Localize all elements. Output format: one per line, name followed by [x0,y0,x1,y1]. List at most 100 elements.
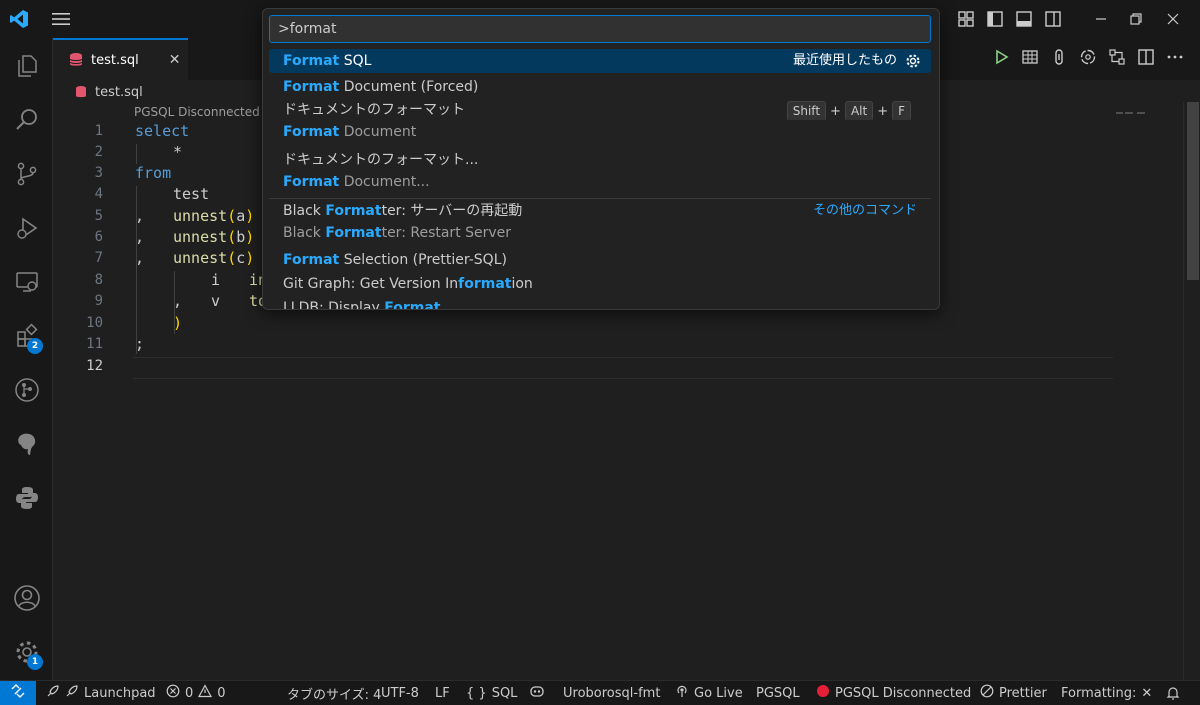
code-token: * [173,143,183,161]
more-actions-icon[interactable] [1166,48,1184,70]
editor-scrollbar[interactable] [1183,102,1200,680]
notifications-bell-icon[interactable] [1166,681,1180,705]
key-shift: Shift [786,101,827,121]
tab-label: test.sql [91,52,139,68]
codelens-connection-status[interactable]: PGSQL Disconnected [134,105,260,119]
error-count: 0 [185,685,194,701]
broadcast-icon [675,684,689,702]
pgsql-status-label: PGSQL Disconnected [835,685,972,701]
keybinding: Shift + Alt + F [786,101,911,121]
toggle-panel-icon[interactable] [1011,6,1037,32]
code-bracket: ( [227,228,237,246]
item-label: SQL [339,53,372,69]
item-highlight: Format [325,225,382,241]
copilot-item[interactable] [529,681,545,705]
key-f: F [892,101,911,121]
go-live-item[interactable]: Go Live [675,681,743,705]
run-debug-icon[interactable] [0,206,53,250]
remote-indicator[interactable] [0,681,36,705]
code-bracket: ( [227,207,237,225]
sync-icon[interactable] [1079,48,1097,70]
palette-item-format-selection[interactable]: Format Selection (Prettier-SQL) [269,248,931,272]
restore-icon[interactable] [1123,6,1149,32]
item-highlight: Format [283,174,340,190]
code-line: , unnest(a) [135,207,254,225]
palette-item-format-sql[interactable]: Format SQL 最近使用したもの [269,49,931,73]
customize-layout-icon[interactable] [953,6,979,32]
accounts-icon[interactable] [0,576,53,620]
source-control-icon[interactable] [0,152,53,196]
line-number: 10 [86,315,103,331]
item-detail-prefix: Black [283,225,326,241]
postgresql-elephant-icon[interactable] [0,422,53,466]
run-query-icon[interactable] [992,48,1010,70]
palette-item-format-document-ellipsis[interactable]: ドキュメントのフォーマット... Format Document... [269,149,931,195]
code-token: , [173,292,183,310]
palette-item-git-graph-version[interactable]: Git Graph: Get Version Information [269,272,931,296]
current-line-highlight [133,357,1113,379]
palette-item-format-document[interactable]: ドキュメントのフォーマット Format Document Shift + Al… [269,99,931,145]
close-window-icon[interactable] [1160,6,1186,32]
minimap[interactable] [1115,105,1151,114]
code-bracket: ) [245,207,255,225]
code-bracket: ) [245,228,255,246]
item-highlight: Format [283,79,340,95]
launchpad-icon [65,684,79,702]
table-view-icon[interactable] [1021,48,1039,70]
code-function: unnest [173,249,228,267]
code-token: test [173,185,210,203]
code-bracket: ) [245,249,255,267]
eol-item[interactable]: LF [435,681,450,705]
compare-icon[interactable] [1108,48,1126,70]
tab-close-icon[interactable]: ✕ [169,52,181,68]
tab-test-sql[interactable]: test.sql ✕ [53,38,188,80]
language-mode-item[interactable]: { } SQL [466,681,517,705]
formatting-item[interactable]: Formatting: ✕ [1061,681,1152,705]
minimize-icon[interactable] [1088,6,1114,32]
pgsql-connection-item[interactable]: PGSQL Disconnected [816,681,971,705]
code-token: , [135,207,145,225]
remote-explorer-icon[interactable] [0,260,53,304]
python-icon[interactable] [0,476,53,520]
key-alt: Alt [844,101,874,121]
split-editor-icon[interactable] [1137,48,1155,70]
connection-icon[interactable] [1050,48,1068,70]
item-detail: Document... [339,174,430,190]
launchpad-item[interactable]: Launchpad [46,681,156,705]
toggle-primary-sidebar-icon[interactable] [982,6,1008,32]
palette-item-black-formatter-restart[interactable]: Black Formatter: サーバーの再起動 Black Formatte… [269,200,931,246]
extensions-icon[interactable]: 2 [0,314,53,358]
explorer-icon[interactable] [0,44,53,88]
braces-icon: { } [466,685,487,701]
command-palette-input[interactable]: >format [269,15,931,43]
editor-actions [992,48,1184,70]
item-highlight: format [458,276,512,292]
search-icon[interactable] [0,98,53,142]
manage-gear-icon[interactable]: 1 [0,630,53,674]
item-label: Document (Forced) [339,79,479,95]
disconnected-status-icon [816,684,830,702]
indent-guide [136,144,137,164]
item-prefix: LLDB: Display [283,300,385,310]
git-graph-icon[interactable] [0,368,53,412]
menu-icon[interactable] [48,6,74,32]
line-number-current: 12 [86,358,103,374]
palette-separator [269,198,931,199]
formatter-item[interactable]: Uroborosql-fmt [563,681,660,705]
copilot-icon [529,684,545,702]
pgsql-item[interactable]: PGSQL [756,681,800,705]
problems-item[interactable]: 0 0 [166,681,226,705]
breadcrumb-file[interactable]: test.sql [95,85,143,100]
database-file-icon [69,52,83,68]
palette-item-lldb-display-format[interactable]: LLDB: Display Format [269,296,931,310]
code-token: , [135,228,145,246]
scrollbar-thumb[interactable] [1187,102,1199,280]
tab-size-item[interactable]: タブのサイズ: 4 [287,681,381,705]
item-highlight: Format [283,53,340,69]
code-line: , unnest(c) [135,249,254,267]
palette-item-format-document-forced[interactable]: Format Document (Forced) [269,75,931,99]
encoding-item[interactable]: UTF-8 [381,681,419,705]
configure-keybinding-gear-icon[interactable] [905,53,921,73]
toggle-secondary-sidebar-icon[interactable] [1040,6,1066,32]
prettier-item[interactable]: Prettier [980,681,1047,705]
